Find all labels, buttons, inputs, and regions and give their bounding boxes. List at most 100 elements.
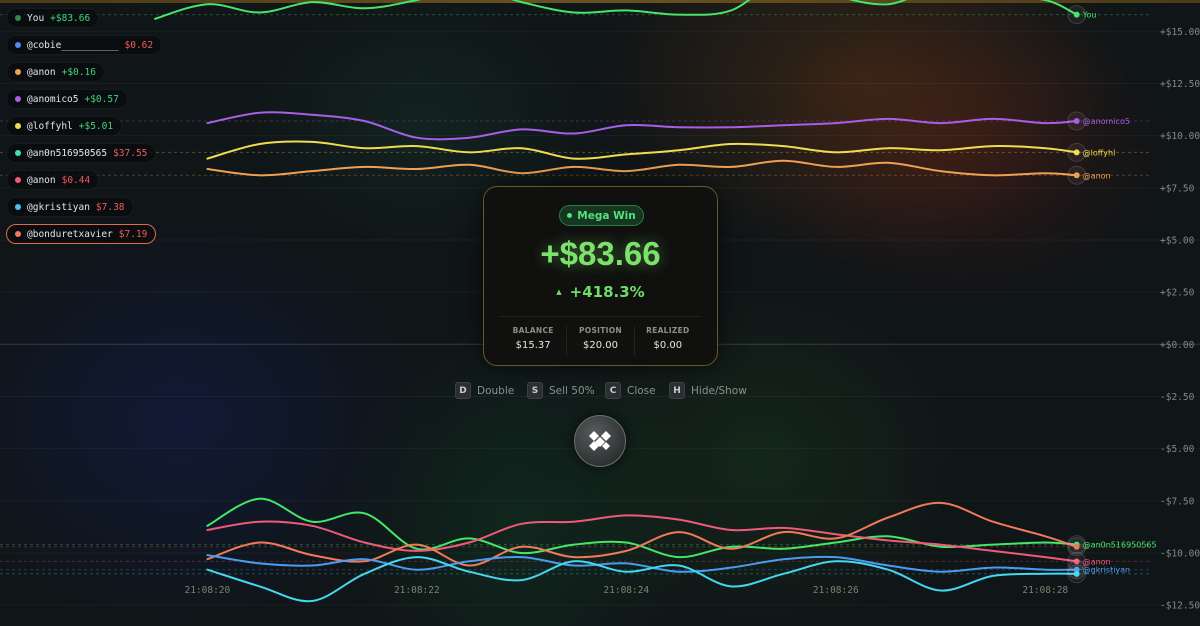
legend-player-name: @cobie__________ [27, 39, 119, 51]
legend-dot-icon [15, 96, 21, 102]
legend-dot-icon [15, 69, 21, 75]
legend-player-name: @bonduretxavier [27, 228, 113, 240]
series-line [154, 0, 1078, 20]
legend-player-name: @anomico5 [27, 93, 79, 105]
legend-player-name: @an0n516950565 [27, 147, 108, 159]
legend-player-pnl: $37.55 [113, 147, 148, 159]
key-h: H [669, 382, 685, 399]
x-tick-label: 21:08:24 [603, 585, 649, 596]
legend-dot-icon [15, 42, 21, 48]
legend-player-name: You [27, 12, 45, 24]
legend-item[interactable]: @an0n516950565 $37.55 [6, 143, 157, 163]
stat-label: REALIZED [646, 326, 690, 335]
shortcut-sell-half[interactable]: S Sell 50% [527, 382, 595, 399]
y-tick-label: +$5.00 [1160, 235, 1195, 246]
card-stats: BALANCE $15.37 POSITION $20.00 REALIZED … [500, 326, 701, 356]
series-line [206, 497, 1078, 559]
legend-player-name: @anon [27, 174, 56, 186]
y-tick-label: -$10.00 [1160, 548, 1200, 559]
series-end-dot [1073, 149, 1080, 156]
legend-item[interactable]: @loffyhl +$5.01 [6, 116, 123, 136]
series-end-dot [1073, 172, 1080, 179]
legend-item[interactable]: @anon $0.44 [6, 170, 100, 190]
series-end-label: @anomico5 [1083, 117, 1130, 126]
stat-balance: BALANCE $15.37 [500, 326, 566, 356]
series-end-label: @anon [1083, 171, 1111, 180]
key-s: S [527, 382, 543, 399]
series-end-label: @an0n516950565 [1083, 541, 1157, 550]
y-tick-label: +$10.00 [1160, 131, 1200, 142]
diamond-logo-icon [589, 431, 611, 451]
stat-realized: REALIZED $0.00 [633, 326, 701, 356]
stat-value: $15.37 [515, 340, 551, 351]
shortcut-hide-show[interactable]: H Hide/Show [669, 382, 747, 399]
keyboard-shortcuts: D Double S Sell 50% C Close H Hide/Show [0, 382, 1200, 400]
stat-value: $0.00 [653, 340, 683, 351]
legend-dot-icon [15, 123, 21, 129]
shortcut-double[interactable]: D Double [455, 382, 514, 399]
series-end-dot [1073, 11, 1080, 18]
legend-dot-icon [15, 15, 21, 21]
legend-player-pnl: $7.38 [95, 201, 125, 213]
legend-dot-icon [15, 150, 21, 156]
legend-player-pnl: +$83.66 [50, 12, 91, 24]
shortcut-label: Close [627, 384, 656, 397]
x-tick-label: 21:08:22 [394, 585, 440, 596]
y-tick-label: +$0.00 [1160, 340, 1195, 351]
y-tick-label: +$15.00 [1160, 27, 1200, 38]
legend-player-pnl: $7.19 [118, 228, 148, 240]
series-end-label: @loffyhl [1083, 148, 1116, 157]
legend-item[interactable]: @anon +$0.16 [6, 62, 105, 82]
badge-label: Mega Win [577, 209, 636, 222]
legend-item[interactable]: @anomico5 +$0.57 [6, 89, 128, 109]
y-tick-label: -$7.50 [1160, 496, 1195, 507]
legend-player-name: @anon [27, 66, 56, 78]
legend-player-pnl: $0.44 [61, 174, 91, 186]
stat-value: $20.00 [582, 340, 618, 351]
series-line [206, 140, 1078, 160]
legend-item[interactable]: @cobie__________ $0.62 [6, 35, 163, 55]
legend-player-name: @gkristiyan [27, 201, 90, 213]
y-tick-label: +$7.50 [1160, 183, 1195, 194]
legend-item[interactable]: @gkristiyan $7.38 [6, 197, 134, 217]
stat-position: POSITION $20.00 [566, 326, 633, 356]
legend-item[interactable]: @bonduretxavier $7.19 [6, 224, 157, 244]
badge-dot-icon [567, 213, 573, 218]
legend-player-pnl: +$0.57 [84, 93, 119, 105]
series-line [206, 159, 1078, 177]
legend-dot-icon [15, 231, 21, 237]
x-tick-label: 21:08:28 [1022, 585, 1068, 596]
legend-item[interactable]: You +$83.66 [6, 8, 100, 28]
legend-dot-icon [15, 177, 21, 183]
key-d: D [455, 382, 471, 399]
y-axis-ticks: +$15.00 +$12.50 +$10.00 +$7.50 +$5.00 +$2.50 +… [1160, 27, 1200, 612]
series-end-label: You [1082, 11, 1097, 20]
y-tick-label: -$5.00 [1160, 444, 1195, 455]
y-tick-label: +$2.50 [1160, 288, 1195, 299]
y-tick-label: +$12.50 [1160, 79, 1200, 90]
series-end-dot [1073, 543, 1080, 550]
y-tick-label: -$12.50 [1160, 601, 1200, 612]
series-end-label: @gkristiyan [1083, 566, 1130, 575]
legend-player-pnl: +$5.01 [78, 120, 114, 132]
series-end-dot [1073, 570, 1080, 577]
logo-action-button[interactable] [574, 415, 626, 467]
pnl-summary-card: Mega Win +$83.66 ▲ +418.3% BALANCE $15.3… [483, 186, 718, 366]
shortcut-label: Hide/Show [691, 384, 747, 397]
stat-label: BALANCE [512, 326, 554, 335]
legend-player-pnl: $0.62 [124, 39, 154, 51]
card-divider [500, 316, 701, 317]
x-tick-label: 21:08:26 [813, 585, 859, 596]
x-tick-label: 21:08:20 [184, 585, 230, 596]
series-line [206, 514, 1078, 563]
pnl-amount: +$83.66 [540, 235, 661, 272]
mega-win-badge: Mega Win [559, 205, 644, 226]
legend-player-pnl: +$0.16 [61, 66, 96, 78]
legend-dot-icon [15, 204, 21, 210]
series-end-markers: You @anomico5 @loffyhl @anon @an0n516950565 @… [1067, 5, 1157, 584]
up-arrow-icon: ▲ [556, 288, 562, 296]
legend-player-name: @loffyhl [27, 120, 73, 132]
shortcut-close[interactable]: C Close [605, 382, 656, 399]
pnl-percent-row: ▲ +418.3% [484, 283, 717, 301]
key-c: C [605, 382, 621, 399]
